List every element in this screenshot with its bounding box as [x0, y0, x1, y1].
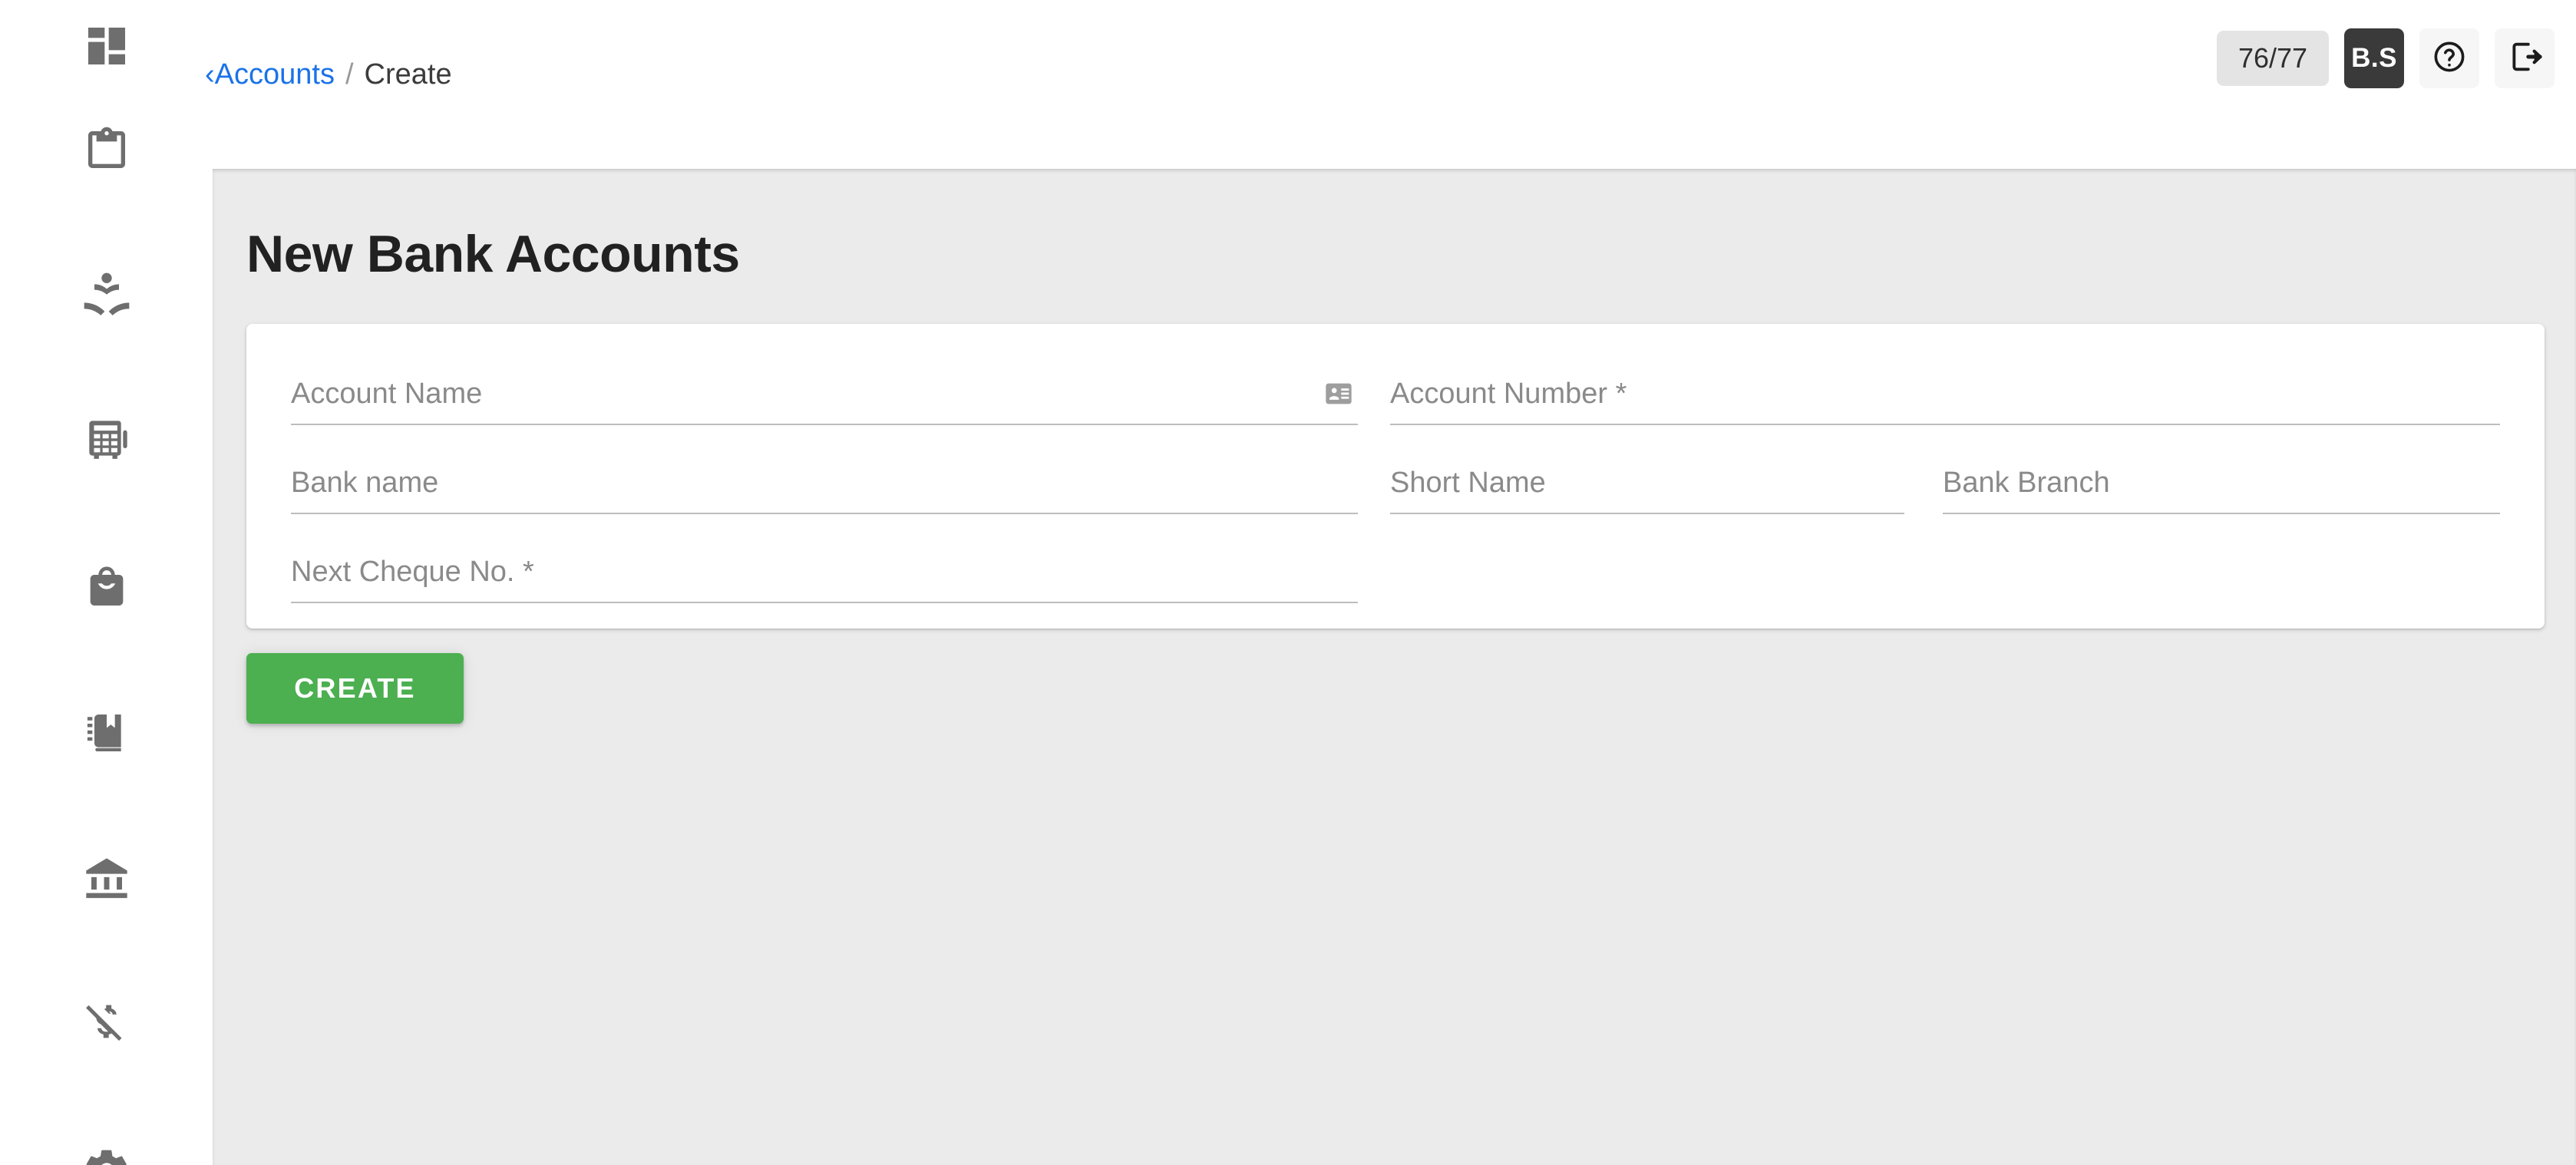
sidebar-item-point-of-sale[interactable] — [0, 368, 213, 514]
breadcrumb: ‹ Accounts / Create — [205, 58, 452, 91]
ledger-book-icon — [82, 708, 131, 757]
form-row: Account Name Account Number * — [291, 364, 2500, 453]
sidebar-item-clipboard[interactable] — [0, 77, 213, 223]
next-cheque-no-placeholder: Next Cheque No. * — [291, 555, 534, 588]
money-off-icon — [82, 1000, 131, 1049]
sidebar-nav — [0, 0, 213, 1165]
bank-branch-field[interactable]: Bank Branch — [1943, 453, 2500, 514]
breadcrumb-separator: / — [345, 58, 354, 91]
app-root: ‹ Accounts / Create 76/77 B.S New Bank A… — [0, 0, 2576, 1165]
book-reader-icon — [82, 271, 131, 320]
bank-name-field[interactable]: Bank name — [291, 453, 1358, 514]
form-row: Bank name Short Name Bank Branch — [291, 453, 2500, 542]
account-name-placeholder: Account Name — [291, 377, 483, 410]
breadcrumb-link-accounts[interactable]: Accounts — [215, 58, 335, 91]
sidebar-item-expenses[interactable] — [0, 952, 213, 1097]
contact-card-icon[interactable] — [1323, 378, 1355, 410]
gear-icon — [82, 1146, 131, 1165]
account-number-placeholder: Account Number * — [1390, 377, 1627, 410]
help-circle-icon — [2432, 39, 2467, 78]
form-card: Account Name Account Number * Bank name … — [246, 324, 2545, 629]
bank-name-placeholder: Bank name — [291, 466, 439, 499]
sidebar-item-ledger[interactable] — [0, 660, 213, 806]
topbar-actions: 76/77 B.S — [2217, 28, 2555, 88]
logout-button[interactable] — [2495, 28, 2555, 88]
breadcrumb-current-create: Create — [364, 58, 452, 91]
sidebar-item-bank[interactable] — [0, 806, 213, 952]
content-area: New Bank Accounts Account Name Account N… — [213, 169, 2576, 1165]
account-number-field[interactable]: Account Number * — [1390, 364, 2500, 425]
dashboard-icon — [82, 21, 131, 71]
create-button[interactable]: CREATE — [246, 653, 464, 724]
calculator-pos-icon — [82, 417, 131, 466]
sidebar-item-purchases[interactable] — [0, 514, 213, 660]
page-title: New Bank Accounts — [246, 225, 740, 283]
help-button[interactable] — [2419, 28, 2479, 88]
top-bar: ‹ Accounts / Create 76/77 B.S — [205, 0, 2576, 169]
next-cheque-no-field[interactable]: Next Cheque No. * — [291, 542, 1358, 603]
bank-branch-placeholder: Bank Branch — [1943, 466, 2110, 499]
back-chevron-icon[interactable]: ‹ — [205, 58, 215, 91]
shopping-bag-icon — [82, 563, 131, 612]
bank-building-icon — [82, 854, 131, 903]
logout-icon — [2507, 39, 2542, 78]
account-name-field[interactable]: Account Name — [291, 364, 1358, 425]
sidebar-item-book-reader[interactable] — [0, 223, 213, 368]
short-name-field[interactable]: Short Name — [1390, 453, 1904, 514]
record-count-badge[interactable]: 76/77 — [2217, 31, 2329, 86]
form-row: Next Cheque No. * — [291, 542, 2500, 631]
clipboard-icon — [82, 125, 131, 174]
sidebar-item-settings[interactable] — [0, 1097, 213, 1165]
avatar[interactable]: B.S — [2344, 28, 2404, 88]
short-name-placeholder: Short Name — [1390, 466, 1546, 499]
sidebar-item-dashboard[interactable] — [0, 0, 213, 77]
